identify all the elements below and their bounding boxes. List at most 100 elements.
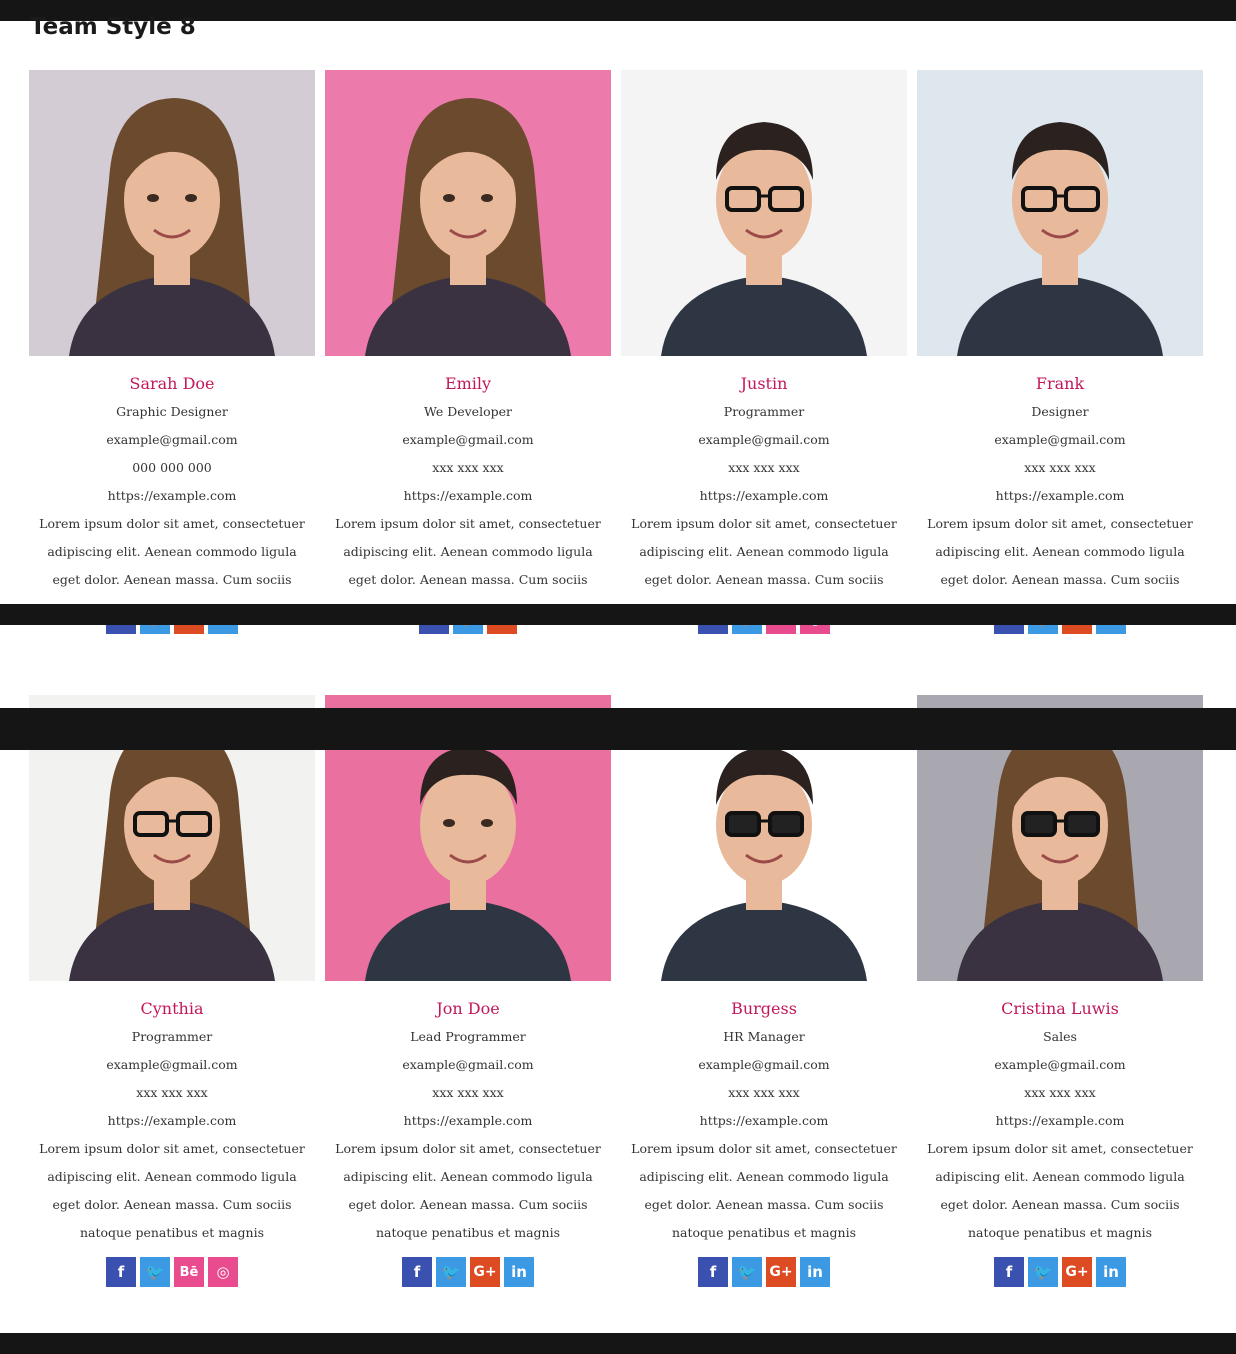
member-role: Programmer xyxy=(723,404,805,419)
bio-line: natoque penatibus et magnis xyxy=(967,1225,1152,1240)
member-role: HR Manager xyxy=(723,1029,805,1044)
team-member-card: Frank Designer example@gmail.com xxx xxx xx… xyxy=(917,70,1203,634)
bio-line: adipiscing elit. Aenean commodo ligula xyxy=(343,1169,593,1184)
facebook-icon[interactable]: f xyxy=(106,1257,136,1287)
team-member-card: Emily We Developer example@gmail.com xxx xx… xyxy=(325,70,611,634)
member-email[interactable]: example@gmail.com xyxy=(29,426,315,454)
bio-line: eget dolor. Aenean massa. Cum sociis xyxy=(348,572,588,587)
member-email[interactable]: example@gmail.com xyxy=(325,1051,611,1079)
member-phone: xxx xxx xxx xyxy=(432,1085,504,1100)
bio-line: adipiscing elit. Aenean commodo ligula xyxy=(47,544,297,559)
twitter-icon[interactable]: 🐦 xyxy=(732,1257,762,1287)
bio-line: Lorem ipsum dolor sit amet, consectetuer xyxy=(927,1141,1193,1156)
bio-line: eget dolor. Aenean massa. Cum sociis xyxy=(644,1197,884,1212)
member-email[interactable]: example@gmail.com xyxy=(917,426,1203,454)
member-phone: xxx xxx xxx xyxy=(1024,1085,1096,1100)
member-name: Frank xyxy=(1035,374,1085,393)
member-website[interactable]: https://example.com xyxy=(621,1107,907,1135)
member-phone: xxx xxx xxx xyxy=(728,1085,800,1100)
linkedin-icon[interactable]: in xyxy=(800,1257,830,1287)
dribbble-icon[interactable]: ◎ xyxy=(208,1257,238,1287)
bio-line: Lorem ipsum dolor sit amet, consectetuer xyxy=(927,516,1193,531)
twitter-icon[interactable]: 🐦 xyxy=(140,1257,170,1287)
bio-line: natoque penatibus et magnis xyxy=(375,1225,560,1240)
member-email[interactable]: example@gmail.com xyxy=(29,1051,315,1079)
social-links: f🐦G+in xyxy=(917,1257,1203,1287)
facebook-icon[interactable]: f xyxy=(698,1257,728,1287)
member-role: Lead Programmer xyxy=(410,1029,526,1044)
member-phone: xxx xxx xxx xyxy=(432,460,504,475)
member-name: Cristina Luwis xyxy=(1001,999,1119,1018)
member-phone: 000 000 000 xyxy=(132,460,212,475)
member-email[interactable]: example@gmail.com xyxy=(621,1051,907,1079)
member-bio: Lorem ipsum dolor sit amet, consectetuer… xyxy=(29,510,315,594)
team-member-card: Cynthia Programmer example@gmail.com xxx xx… xyxy=(29,695,315,1287)
facebook-icon[interactable]: f xyxy=(994,1257,1024,1287)
social-links: f🐦Bē◎ xyxy=(29,1257,315,1287)
member-bio: Lorem ipsum dolor sit amet, consectetuer… xyxy=(325,1135,611,1247)
bio-line: adipiscing elit. Aenean commodo ligula xyxy=(639,1169,889,1184)
bio-line: natoque penatibus et magnis xyxy=(671,1225,856,1240)
bio-line: Lorem ipsum dolor sit amet, consectetuer xyxy=(631,516,897,531)
bio-line: adipiscing elit. Aenean commodo ligula xyxy=(639,544,889,559)
bio-line: natoque penatibus et magnis xyxy=(79,1225,264,1240)
bio-line: eget dolor. Aenean massa. Cum sociis xyxy=(348,1197,588,1212)
bio-line: adipiscing elit. Aenean commodo ligula xyxy=(47,1169,297,1184)
bio-line: eget dolor. Aenean massa. Cum sociis xyxy=(940,1197,1180,1212)
member-website[interactable]: https://example.com xyxy=(29,482,315,510)
member-role: Sales xyxy=(1043,1029,1077,1044)
googleplus-icon[interactable]: G+ xyxy=(1062,1257,1092,1287)
social-links: f🐦G+in xyxy=(621,1257,907,1287)
twitter-icon[interactable]: 🐦 xyxy=(436,1257,466,1287)
team-member-card: Burgess HR Manager example@gmail.com xxx xx… xyxy=(621,695,907,1287)
member-website[interactable]: https://example.com xyxy=(917,482,1203,510)
member-email[interactable]: example@gmail.com xyxy=(621,426,907,454)
member-phone: xxx xxx xxx xyxy=(1024,460,1096,475)
member-website[interactable]: https://example.com xyxy=(621,482,907,510)
member-photo xyxy=(325,70,611,356)
bottom-dark-bar xyxy=(0,1333,1236,1354)
team-member-card: Sarah Doe Graphic Designer example@gmail.c… xyxy=(29,70,315,634)
bio-line: eget dolor. Aenean massa. Cum sociis xyxy=(644,572,884,587)
bio-line: eget dolor. Aenean massa. Cum sociis xyxy=(52,572,292,587)
linkedin-icon[interactable]: in xyxy=(1096,1257,1126,1287)
member-photo xyxy=(917,70,1203,356)
member-website[interactable]: https://example.com xyxy=(325,1107,611,1135)
behance-icon[interactable]: Bē xyxy=(174,1257,204,1287)
page-title: Team Style 8 xyxy=(30,14,196,40)
bio-line: adipiscing elit. Aenean commodo ligula xyxy=(343,544,593,559)
member-role: We Developer xyxy=(424,404,512,419)
member-name: Justin xyxy=(740,374,788,393)
member-role: Designer xyxy=(1031,404,1089,419)
member-photo xyxy=(29,70,315,356)
member-name: Burgess xyxy=(731,999,797,1018)
linkedin-icon[interactable]: in xyxy=(504,1257,534,1287)
bio-line: Lorem ipsum dolor sit amet, consectetuer xyxy=(39,516,305,531)
member-website[interactable]: https://example.com xyxy=(917,1107,1203,1135)
member-bio: Lorem ipsum dolor sit amet, consectetuer… xyxy=(917,510,1203,594)
member-email[interactable]: example@gmail.com xyxy=(325,426,611,454)
member-photo xyxy=(621,70,907,356)
member-website[interactable]: https://example.com xyxy=(325,482,611,510)
member-role: Programmer xyxy=(131,1029,213,1044)
member-name: Jon Doe xyxy=(436,999,500,1018)
bio-line: adipiscing elit. Aenean commodo ligula xyxy=(935,544,1185,559)
member-bio: Lorem ipsum dolor sit amet, consectetuer… xyxy=(917,1135,1203,1247)
twitter-icon[interactable]: 🐦 xyxy=(1028,1257,1058,1287)
facebook-icon[interactable]: f xyxy=(402,1257,432,1287)
member-phone: xxx xxx xxx xyxy=(728,460,800,475)
bio-line: Lorem ipsum dolor sit amet, consectetuer xyxy=(335,1141,601,1156)
member-name: Cynthia xyxy=(140,999,204,1018)
team-member-card: Jon Doe Lead Programmer example@gmail.com x… xyxy=(325,695,611,1287)
member-email[interactable]: example@gmail.com xyxy=(917,1051,1203,1079)
team-member-card: Justin Programmer example@gmail.com xxx xxx… xyxy=(621,70,907,634)
bio-line: Lorem ipsum dolor sit amet, consectetuer xyxy=(39,1141,305,1156)
googleplus-icon[interactable]: G+ xyxy=(766,1257,796,1287)
member-bio: Lorem ipsum dolor sit amet, consectetuer… xyxy=(621,510,907,594)
member-website[interactable]: https://example.com xyxy=(29,1107,315,1135)
member-name: Emily xyxy=(444,374,492,393)
social-links: f🐦G+in xyxy=(325,1257,611,1287)
bio-line: adipiscing elit. Aenean commodo ligula xyxy=(935,1169,1185,1184)
googleplus-icon[interactable]: G+ xyxy=(470,1257,500,1287)
divider-dark-bar xyxy=(0,604,1236,625)
